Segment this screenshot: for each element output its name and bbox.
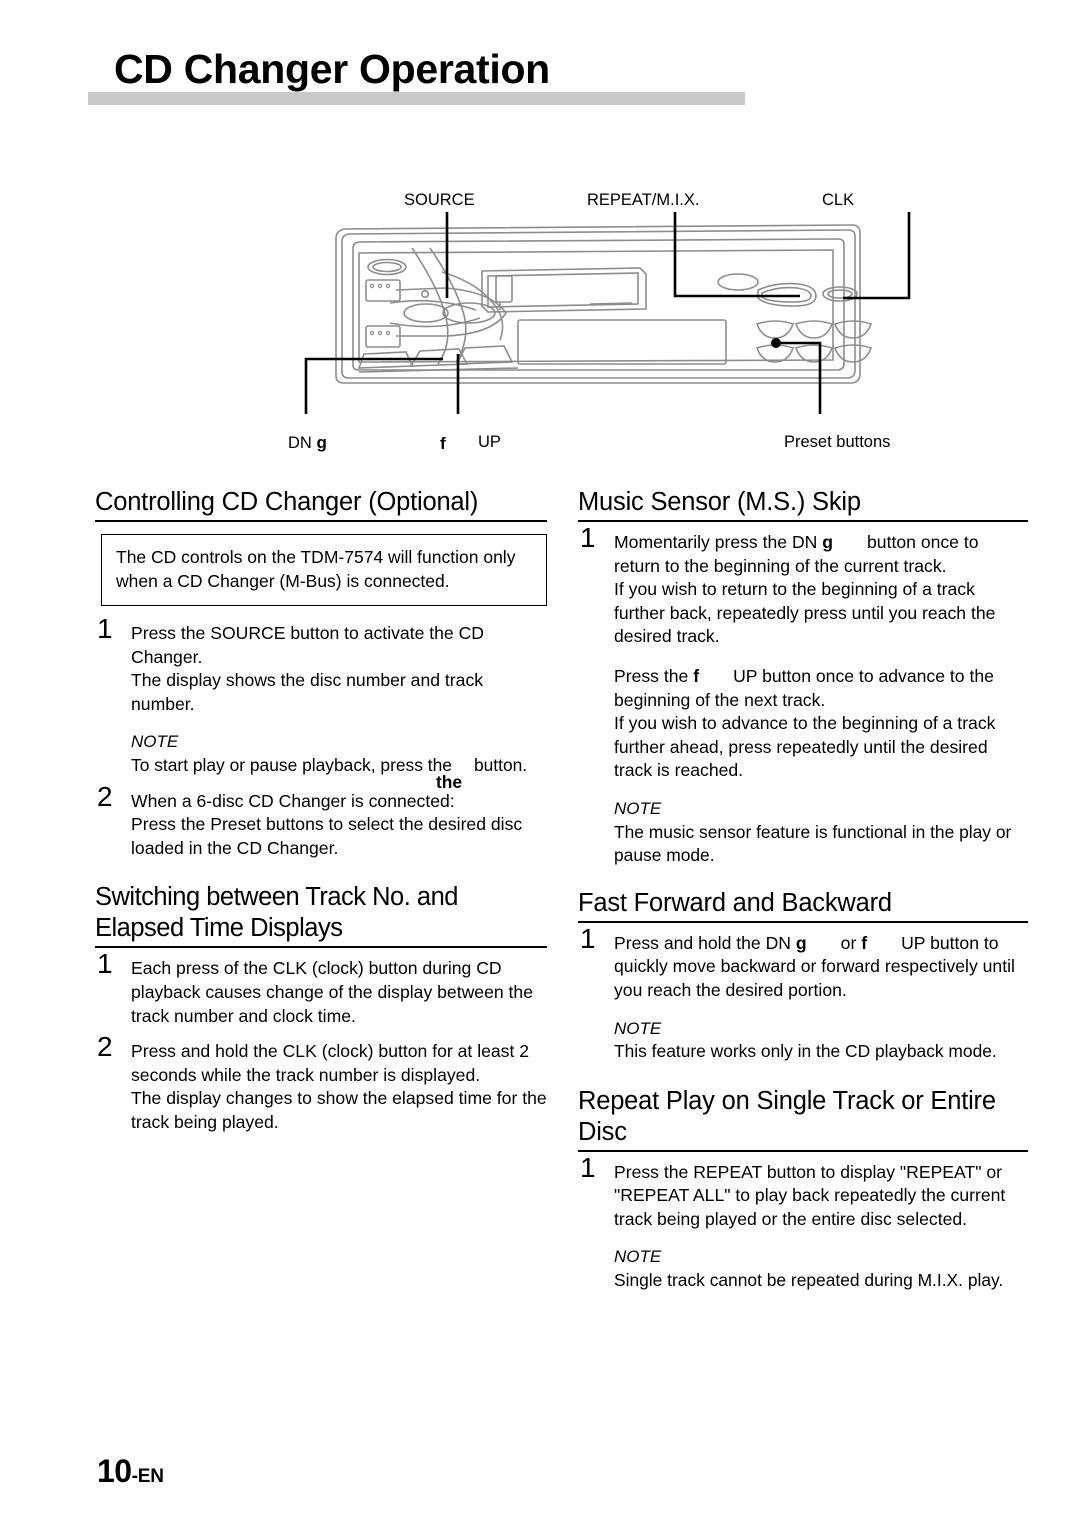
footer-language-code: -EN	[131, 1466, 164, 1487]
step-line: Press the REPEAT button to display "REPE…	[614, 1161, 1006, 1229]
step-line: Press the Preset buttons to select the d…	[131, 814, 523, 858]
step-line: If you wish to advance to the beginning …	[614, 713, 996, 781]
dn-arrow-icon: g	[822, 532, 834, 552]
right-column: Music Sensor (M.S.) Skip 1 Momentarily p…	[578, 487, 1028, 1305]
note-body: The music sensor feature is functional i…	[614, 821, 1012, 866]
step-text-prefix: Momentarily press the DN	[614, 532, 818, 552]
step-line: Press the f UP button once to advance to …	[614, 665, 1028, 712]
note-text-prefix: To start play or pause playback, press t…	[131, 754, 452, 775]
callout-up-arrow-icon: f	[440, 434, 446, 453]
page-header: CD Changer Operation	[88, 46, 748, 116]
step-number: 1	[580, 522, 596, 553]
section-music-sensor-skip: Music Sensor (M.S.) Skip 1 Momentarily p…	[578, 487, 1028, 868]
step-text-prefix: Press and hold the DN	[614, 932, 792, 953]
page-title: CD Changer Operation	[114, 46, 550, 92]
left-column: Controlling CD Changer (Optional) The CD…	[95, 487, 547, 1147]
section-controlling-cd-changer: Controlling CD Changer (Optional) The CD…	[95, 487, 547, 860]
step-text-prefix: Press the	[614, 665, 689, 686]
step-line: The display changes to show the elapsed …	[131, 1088, 547, 1132]
note-body: To start play or pause playback, press t…	[131, 754, 528, 792]
up-arrow-icon: f	[861, 932, 868, 953]
step-number: 2	[97, 1031, 113, 1063]
step-item: 1 Each press of the CLK (clock) button d…	[95, 950, 547, 1028]
note-label: NOTE	[614, 1247, 662, 1267]
front-panel-artwork	[304, 212, 911, 414]
step-number: 1	[580, 1151, 596, 1183]
up-arrow-icon: f	[693, 665, 700, 686]
step-text-middle: or	[840, 932, 857, 953]
notice-box: The CD controls on the TDM-7574 will fun…	[101, 534, 547, 606]
step-number: 1	[580, 922, 596, 954]
callout-label-source: SOURCE	[404, 191, 475, 209]
step-line: Momentarily press the DN g button once to…	[614, 531, 1028, 578]
step-number: 1	[97, 613, 113, 644]
section-heading: Music Sensor (M.S.) Skip	[578, 487, 1028, 522]
page-footer: 10-EN	[97, 1455, 164, 1487]
section-heading: Controlling CD Changer (Optional)	[95, 487, 547, 522]
section-heading: Switching between Track No. and Elapsed …	[95, 882, 547, 949]
note-label: NOTE	[131, 732, 179, 752]
step-line: Press and hold the CLK (clock) button fo…	[131, 1041, 530, 1085]
section-repeat-play: Repeat Play on Single Track or Entire Di…	[578, 1086, 1028, 1293]
step-line: If you wish to return to the beginning o…	[614, 579, 996, 647]
note-body: Single track cannot be repeated during M…	[614, 1270, 1004, 1291]
note-label: NOTE	[614, 1018, 662, 1038]
step-line: The display shows the disc number and tr…	[131, 670, 484, 714]
step-item: 1 Press and hold the DN g or f UP button t…	[578, 924, 1028, 1064]
section-fast-forward-backward: Fast Forward and Backward 1 Press and ho…	[578, 888, 1028, 1064]
callout-dn-arrow-icon: g	[316, 433, 327, 452]
step-item: 1 Momentarily press the DN g button once …	[578, 524, 1028, 868]
title-underline-bar	[88, 92, 745, 105]
step-item: 1 Press the REPEAT button to display "RE…	[578, 1153, 1028, 1293]
footer-page-number: 10	[97, 1453, 132, 1489]
callout-label-clk: CLK	[822, 191, 855, 209]
step-item: 2 Press and hold the CLK (clock) button …	[95, 1033, 547, 1134]
callout-label-up: UP	[478, 433, 501, 451]
step-item: 2 When a 6-disc CD Changer is connected:…	[95, 782, 547, 861]
section-heading: Repeat Play on Single Track or Entire Di…	[578, 1086, 1028, 1152]
note-body: This feature works only in the CD playba…	[614, 1041, 997, 1062]
section-switching-displays: Switching between Track No. and Elapsed …	[95, 882, 547, 1134]
step-line: Press the SOURCE button to activate the …	[131, 623, 485, 667]
callout-label-preset-buttons: Preset buttons	[784, 433, 891, 451]
preset-anchor-dot	[771, 338, 781, 348]
callout-label-repeat-mix: REPEAT/M.I.X.	[587, 191, 700, 209]
callout-label-dn: DN g	[288, 434, 327, 452]
front-panel-diagram: SOURCE REPEAT/M.I.X. CLK DN g f UP Prese…	[260, 176, 960, 466]
step-number: 1	[97, 948, 113, 980]
note-text-suffix: button.	[473, 754, 528, 775]
section-heading: Fast Forward and Backward	[578, 888, 1028, 923]
step-line: Press and hold the DN g or f UP button to …	[614, 932, 1028, 1003]
note-label: NOTE	[614, 798, 662, 818]
step-line: When a 6-disc CD Changer is connected:	[131, 790, 455, 811]
dn-arrow-icon: g	[795, 932, 807, 953]
step-number: 2	[97, 780, 113, 812]
step-line: Each press of the CLK (clock) button dur…	[131, 958, 533, 1026]
step-item: 1 Press the SOURCE button to activate th…	[95, 615, 547, 792]
callout-dn-text: DN	[288, 434, 312, 452]
